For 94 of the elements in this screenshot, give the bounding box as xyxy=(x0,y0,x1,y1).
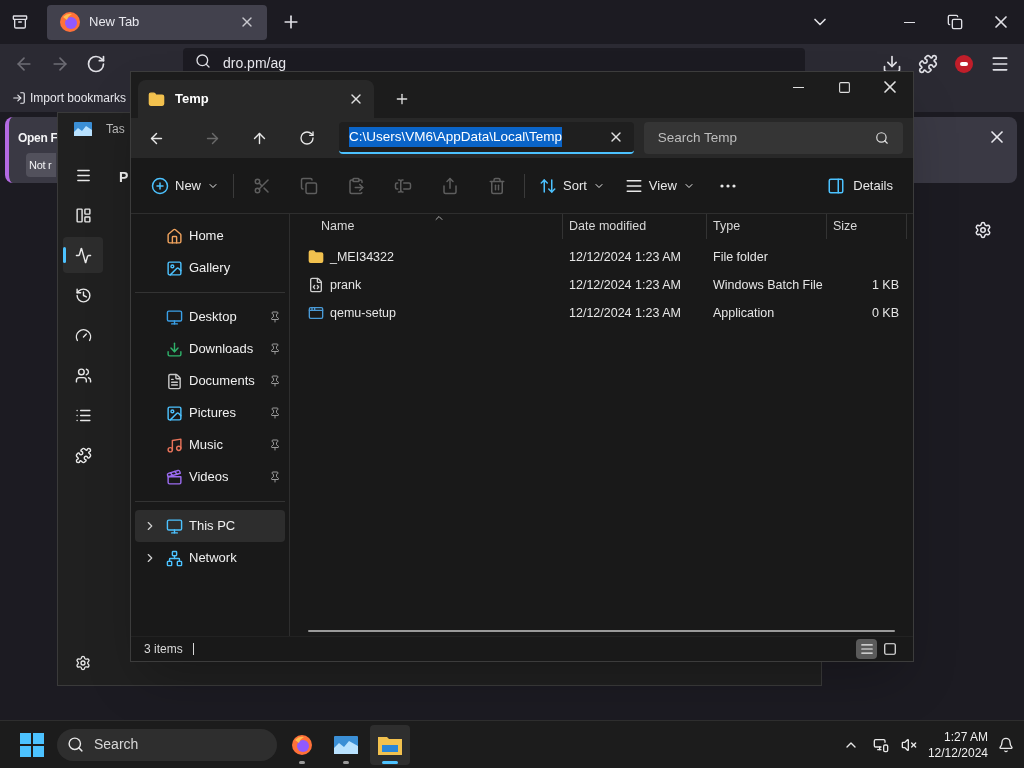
status-text: 3 items xyxy=(144,641,183,658)
task-manager-icon xyxy=(74,122,92,136)
history-icon xyxy=(74,286,92,304)
column-header[interactable]: Date modified xyxy=(569,217,647,236)
bookmark-item[interactable]: Import bookmarks xyxy=(12,89,127,107)
details-button[interactable]: Details xyxy=(817,167,903,204)
start-icon[interactable] xyxy=(20,732,44,757)
import-icon xyxy=(12,91,26,105)
firefox-icon xyxy=(291,733,313,756)
pane-icon xyxy=(827,176,846,195)
puzzle-icon xyxy=(74,446,92,464)
list-icon xyxy=(859,642,874,656)
new-tab-icon xyxy=(394,91,410,107)
toolbar-button[interactable]: New xyxy=(141,167,229,204)
pulse-icon xyxy=(74,246,92,264)
copy-icon xyxy=(299,176,318,195)
scissors-icon xyxy=(252,176,271,195)
nav-item[interactable]: Gallery xyxy=(135,252,285,284)
window-title: Tas xyxy=(106,121,125,138)
page-heading: P xyxy=(119,169,129,185)
nav-item[interactable]: Network xyxy=(135,542,285,574)
picture-icon xyxy=(166,404,183,422)
url-field[interactable]: dro.pm/ag xyxy=(183,48,805,71)
rename-icon xyxy=(393,176,412,195)
maximize-icon xyxy=(837,80,851,94)
refresh-icon xyxy=(299,130,316,146)
address-field[interactable]: C:\Users\VM6\AppData\Local\Temp xyxy=(338,122,634,154)
task-manager-icon xyxy=(334,735,358,754)
search-field[interactable]: Search Temp xyxy=(643,122,903,154)
batch-file-icon xyxy=(308,277,324,293)
new-icon xyxy=(151,176,169,195)
nav-item[interactable]: Music xyxy=(135,429,285,461)
nav-item[interactable]: Videos xyxy=(135,461,285,493)
computer-icon xyxy=(166,517,183,535)
gallery-icon xyxy=(166,259,183,277)
nav-item[interactable]: This PC xyxy=(135,510,285,542)
tab-title: New Tab xyxy=(89,13,141,32)
video-icon xyxy=(166,468,183,486)
document-icon xyxy=(166,372,183,390)
clipboard-icon xyxy=(346,176,365,195)
file-row[interactable]: _MEI34322 12/12/2024 1:23 AM File folder xyxy=(290,243,913,271)
sort-icon xyxy=(539,176,557,195)
nav-item[interactable]: Pictures xyxy=(135,397,285,429)
notification-title: Open F xyxy=(18,130,58,147)
folder-icon xyxy=(148,90,165,108)
tab-title: Temp xyxy=(175,90,210,109)
nav-item[interactable]: Downloads xyxy=(135,333,285,365)
explorer-tab[interactable]: Temp xyxy=(138,80,374,118)
browser-tab[interactable]: New Tab xyxy=(47,4,267,40)
nav-rail-item[interactable] xyxy=(63,237,103,273)
mute-icon xyxy=(900,736,917,753)
notification-icon xyxy=(998,736,1014,753)
reload-icon xyxy=(86,54,106,74)
network-icon xyxy=(166,549,183,567)
search-icon xyxy=(67,736,84,753)
settings-icon xyxy=(974,221,992,239)
notification-button[interactable]: Not r xyxy=(26,153,56,177)
column-header[interactable]: Type xyxy=(713,217,741,236)
nav-item[interactable]: Desktop xyxy=(135,301,285,333)
gauge-icon xyxy=(74,326,92,344)
nav-item[interactable]: Documents xyxy=(135,365,285,397)
users-icon xyxy=(74,366,92,384)
column-header[interactable]: Size xyxy=(833,217,858,236)
toolbar-button[interactable]: Sort xyxy=(529,167,615,204)
house-icon xyxy=(166,227,183,245)
download-icon xyxy=(166,340,183,358)
panels-icon xyxy=(74,206,92,224)
settings-icon xyxy=(75,655,91,671)
minimize-icon xyxy=(792,86,804,88)
search-icon xyxy=(195,53,211,69)
minimize-icon xyxy=(903,21,915,23)
firefox-icon xyxy=(59,11,81,33)
search-icon xyxy=(875,131,889,145)
tile-icon xyxy=(882,642,897,656)
trash-icon xyxy=(487,176,506,195)
nav-item[interactable]: Home xyxy=(135,220,285,252)
share-icon xyxy=(440,176,459,195)
menu-icon xyxy=(990,54,1010,74)
taskbar-app[interactable] xyxy=(370,724,410,765)
more-icon xyxy=(720,183,737,188)
view-toggle[interactable] xyxy=(856,639,877,659)
extensions-icon xyxy=(918,54,938,74)
folder-icon xyxy=(308,249,324,265)
music-icon xyxy=(166,436,183,454)
toolbar-button[interactable]: View xyxy=(614,167,705,204)
network-icon xyxy=(872,736,889,753)
restore-icon xyxy=(947,14,963,30)
taskbar-search[interactable]: Search xyxy=(57,728,277,761)
file-row[interactable]: qemu-setup 12/12/2024 1:23 AM Application 0 KB xyxy=(290,299,913,327)
file-row[interactable]: prank 12/12/2024 1:23 AM Windows Batch File 1 KB xyxy=(290,271,913,299)
clock[interactable]: 1:27 AM 12/12/2024 xyxy=(927,728,988,761)
desktop-icon xyxy=(166,308,183,326)
application-icon xyxy=(308,305,324,321)
column-header[interactable]: Name xyxy=(321,217,355,236)
